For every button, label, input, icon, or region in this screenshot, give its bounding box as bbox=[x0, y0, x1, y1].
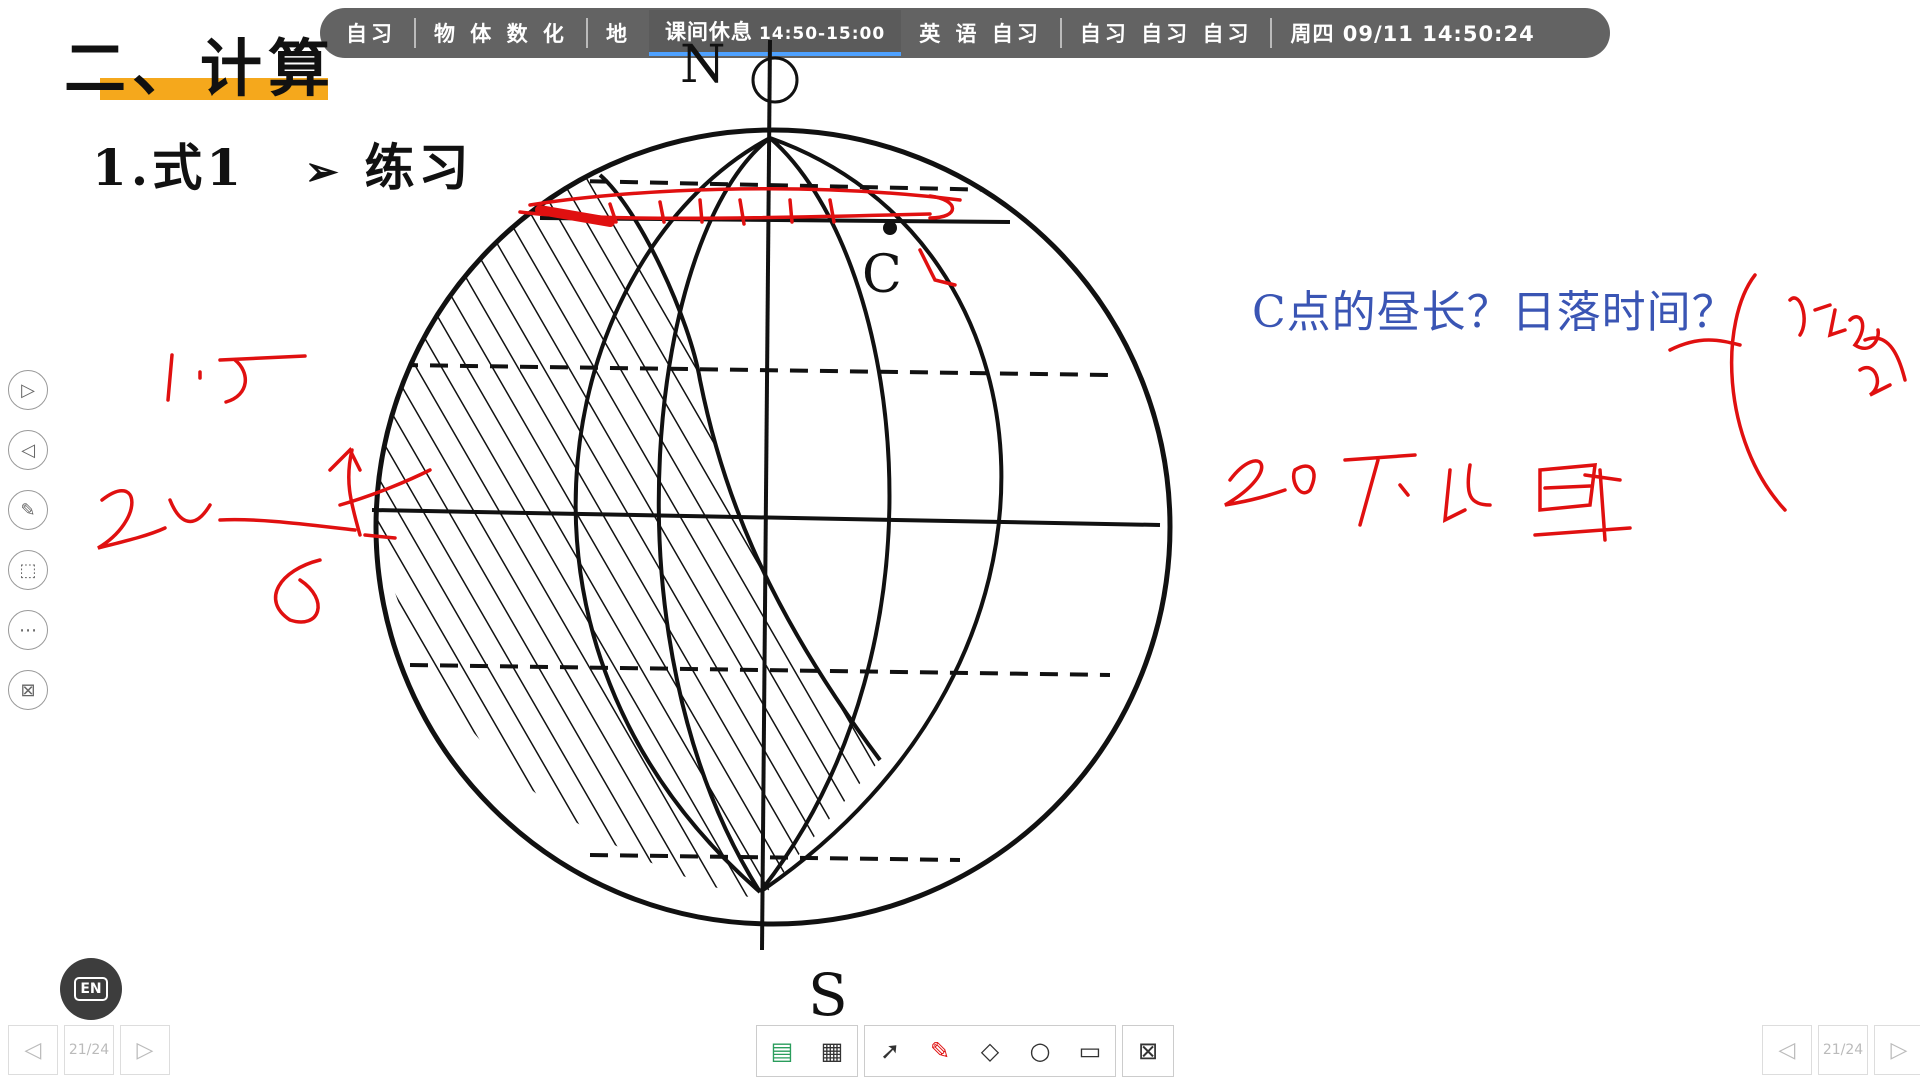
prev-page-button[interactable]: ◁ bbox=[8, 1025, 58, 1075]
screen-select-icon[interactable]: ⬚ bbox=[8, 550, 48, 590]
more-icon[interactable]: ⋯ bbox=[8, 610, 48, 650]
play-icon[interactable]: ▷ bbox=[8, 370, 48, 410]
point-c-dot bbox=[883, 221, 897, 235]
apps-icon[interactable]: ▦ bbox=[807, 1026, 857, 1076]
ink-stroke bbox=[97, 489, 167, 550]
next-page-button[interactable]: ▷ bbox=[1874, 1025, 1920, 1075]
pager-left: ◁ 21/24 ▷ bbox=[8, 1025, 170, 1075]
eraser-icon[interactable]: ◇ bbox=[965, 1026, 1015, 1076]
page-indicator: 21/24 bbox=[64, 1025, 114, 1075]
ink-stroke bbox=[1442, 463, 1492, 523]
pen-icon[interactable]: ✎ bbox=[8, 490, 48, 530]
tool-group: ▤ ▦ bbox=[756, 1025, 858, 1077]
book-icon[interactable]: ▤ bbox=[757, 1026, 807, 1076]
close-board-icon[interactable]: ⊠ bbox=[1123, 1026, 1173, 1076]
ink-stroke bbox=[1343, 453, 1417, 527]
pager-right: ◁ 21/24 ▷ bbox=[1762, 1025, 1920, 1075]
language-toggle-button[interactable]: EN bbox=[60, 958, 122, 1020]
en-icon: EN bbox=[74, 977, 108, 1001]
slide-title: 二、计算 bbox=[64, 32, 337, 105]
globe-diagram: N S C bbox=[97, 35, 1907, 1029]
pen-icon[interactable]: ✎ bbox=[915, 1026, 965, 1076]
north-label: N bbox=[680, 35, 726, 95]
left-toolbar: ▷ ◁ ✎ ⬚ ⋯ ⊠ bbox=[8, 370, 48, 730]
exit-screen-icon[interactable]: ⊠ bbox=[8, 670, 48, 710]
north-pole-ring bbox=[751, 56, 799, 104]
next-page-button[interactable]: ▷ bbox=[120, 1025, 170, 1075]
point-c-label: C bbox=[862, 245, 902, 305]
ink-stroke bbox=[273, 558, 322, 624]
page-indicator: 21/24 bbox=[1818, 1025, 1868, 1075]
ink-stroke bbox=[1788, 296, 1847, 338]
ink-stroke bbox=[168, 498, 357, 532]
ink-stroke bbox=[1533, 463, 1632, 542]
cursor-icon[interactable]: ➚ bbox=[865, 1026, 915, 1076]
ink-stroke bbox=[1292, 464, 1316, 495]
board-icon[interactable]: ▭ bbox=[1065, 1026, 1115, 1076]
ink-stroke bbox=[1224, 459, 1287, 507]
ink-stroke bbox=[166, 353, 307, 404]
tool-group: ➚ ✎ ◇ ○ ▭ bbox=[864, 1025, 1116, 1077]
ink-stroke bbox=[1848, 315, 1892, 397]
prev-page-button[interactable]: ◁ bbox=[1762, 1025, 1812, 1075]
tool-group: ⊠ bbox=[1122, 1025, 1174, 1077]
search-icon[interactable]: ○ bbox=[1015, 1026, 1065, 1076]
night-region bbox=[376, 175, 880, 900]
south-label: S bbox=[808, 961, 848, 1029]
ink-stroke bbox=[1668, 338, 1742, 352]
bottom-toolbar: ▤ ▦ ➚ ✎ ◇ ○ ▭ ⊠ bbox=[756, 1025, 1174, 1077]
ink-stroke bbox=[1729, 273, 1787, 512]
handwritten-ink bbox=[97, 187, 1907, 624]
back-icon[interactable]: ◁ bbox=[8, 430, 48, 470]
